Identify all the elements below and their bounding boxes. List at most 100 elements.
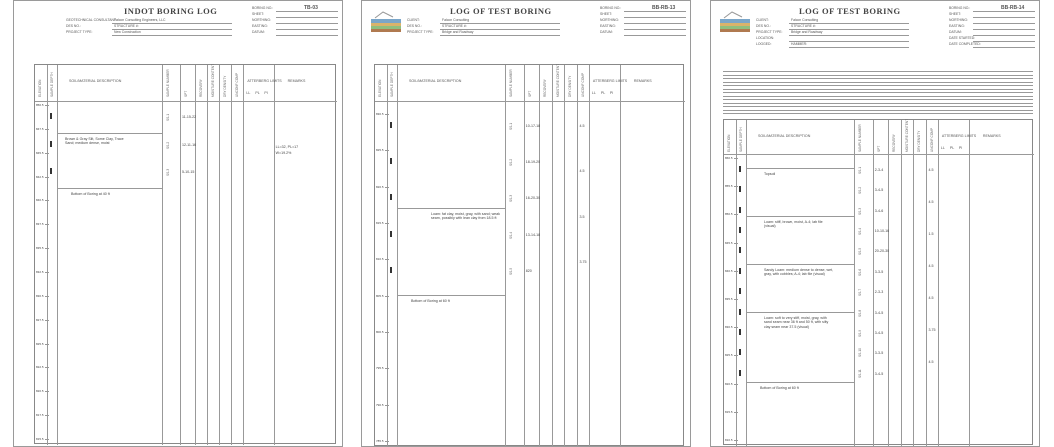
column-divider [523,65,525,446]
bottom-of-boring: Bottom of Boring at 60 ft [760,386,799,390]
sample-number: SS-2 [858,187,863,195]
header-value: HAMMER: [791,42,808,46]
elevation-tick [45,248,49,250]
header-grid-line [723,92,1033,93]
elevation-label: 810.5 [376,257,384,262]
column-header-line [35,101,337,102]
column-header-vertical: UNCONF COMP [580,72,585,97]
header-label: PROJECT TYPE: [407,30,434,34]
column-divider [195,65,197,445]
elevation-tick [45,391,49,393]
spt-value: 3-3-5 [874,269,884,274]
sample-marker [739,227,741,234]
test-value: 4.5 [928,168,934,172]
layer-boundary [397,208,506,209]
bottom-of-boring: Bottom of Boring at 60 ft [411,299,450,303]
sample-number: SS-11 [858,369,863,378]
spt-value: 11-15-22 [181,115,197,119]
header-right-underline [276,17,338,18]
header-right-label: EASTING: [600,24,616,28]
elevation-label: 835.5 [725,297,733,301]
sample-number: SS-5 [509,267,514,275]
sample-number: SS-1 [509,122,514,130]
boring-number: TB-03 [304,5,318,11]
elevation-label: 837.5 [36,222,44,227]
elevation-label: 825.5 [725,353,733,358]
log-title: INDOT BORING LOG [124,6,218,16]
column-header-vertical: DRY DENSITY [223,75,228,97]
remark-text: LL=32, PL=17 [275,145,299,149]
elevation-label: 815.5 [376,221,384,225]
column-header-vertical: MOISTURE CONTENT [555,63,560,97]
header-right-underline [624,35,686,36]
header-underline [789,47,909,48]
sample-number: SS-9 [858,329,863,337]
header-right-label: NORTHING: [600,18,619,22]
header-grid-line [723,113,1033,114]
layer-boundary [746,264,855,265]
column-divider [179,65,181,445]
column-divider [968,120,970,446]
header-right-label: BORING NO.: [600,6,622,10]
header-right-label: DATUM: [600,30,613,34]
column-divider [219,65,221,445]
remark-text: W=19.2% [275,151,292,155]
elevation-label: 820.5 [36,389,44,394]
spt-value: 3-3-5 [874,351,884,356]
elevation-tick [734,327,738,329]
elevation-label: 850.5 [36,103,44,107]
elevation-tick [45,439,49,440]
elevation-tick [385,186,389,188]
elevation-label: 840.5 [36,198,44,203]
spt-value: 3-4-6 [874,208,884,213]
bottom-line [57,188,162,189]
header-right-label: DATUM: [252,30,265,34]
column-header-vertical: SPT [876,145,881,152]
sample-number: SS-3 [858,207,863,215]
header-value: New Construction [114,30,141,34]
header-grid-line [723,109,1033,111]
remarks-header: REMARKS [982,134,1001,138]
header-right-underline [624,17,686,18]
boring-log-sheet-3: LOG OF TEST BORING CLIENT: Falcon Consulti… [710,0,1040,447]
elevation-tick [734,186,738,188]
elevation-tick [45,319,49,321]
layer-description: Topsoil [764,172,776,176]
test-value: 1.5 [928,232,934,236]
elevation-label: 827.5 [36,317,44,322]
test-value: 3.75 [928,328,936,332]
spt-value: 3-4-5 [874,310,884,315]
boring-log-sheet-1: INDOT BORING LOG GEOTECHNICAL CONSULTANT:… [13,0,343,447]
elevation-label: 825.5 [36,341,44,346]
boring-number: BB-RB-13 [652,5,676,11]
header-label: GEOTECHNICAL CONSULTANT: [66,18,117,22]
elevation-label: 832.5 [36,270,44,274]
log-title: LOG OF TEST BORING [450,6,552,16]
elevation-tick [385,441,389,442]
column-divider [937,120,939,446]
elevation-tick [45,367,49,369]
elevation-tick [734,214,738,216]
elevation-tick [734,383,738,385]
elevation-tick [385,295,389,297]
header-right-underline [973,11,1035,12]
sample-number: SS-6 [858,268,863,276]
elevation-label: 815.5 [725,409,733,414]
elevation-label: 860.5 [725,156,733,160]
column-header-vertical: DRY DENSITY [568,75,573,97]
column-divider [207,65,209,445]
elevation-tick [734,355,738,357]
sample-marker [390,158,392,165]
elevation-label: 817.5 [36,413,44,418]
elevation-label: 845.5 [725,240,733,245]
log-table: SOIL/MATERIAL DESCRIPTION REMARKS ELEVATIO… [374,63,685,446]
spt-value: 16-20-30 [525,196,541,201]
header-grid-line [723,78,1033,79]
header-value: Falcon Consulting [442,18,470,22]
header-label: DES NO.: [407,24,422,28]
elevation-label: 820.5 [376,184,384,189]
header-grid-line [723,85,1033,86]
bottom-line [397,295,506,296]
header-grid-line [723,81,1033,83]
header-right-label: DATE COMPLETED: [949,42,981,46]
